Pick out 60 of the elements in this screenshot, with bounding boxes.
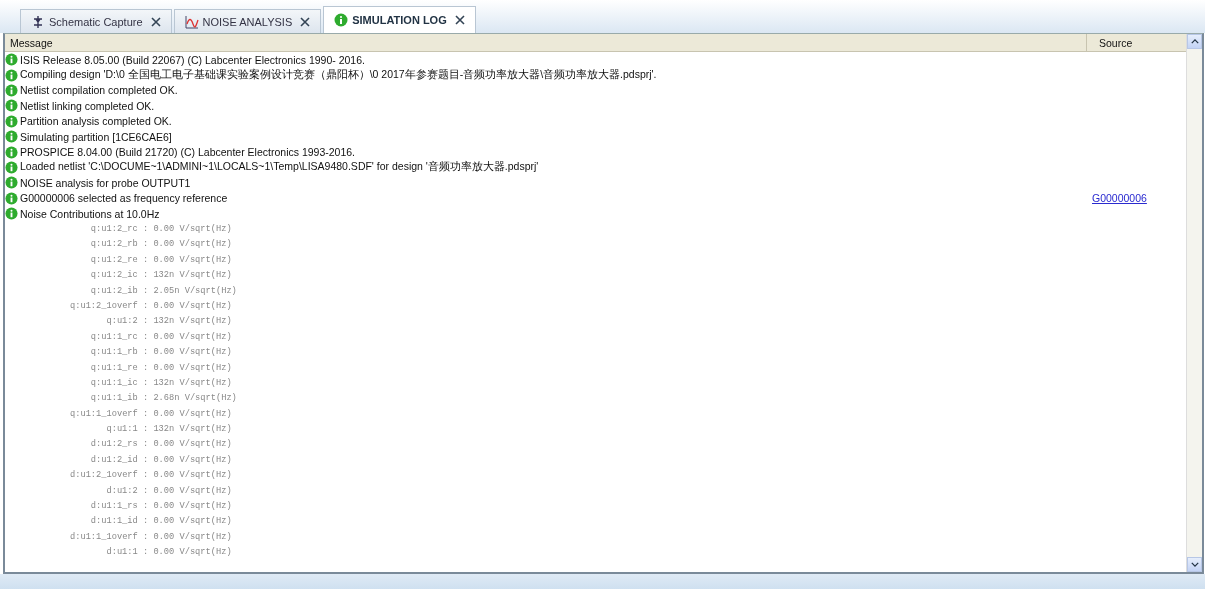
- close-icon[interactable]: [150, 16, 161, 27]
- noise-value: d:u1:2_rs : 0.00 V/sqrt(Hz): [89, 439, 232, 450]
- info-icon: [5, 176, 18, 190]
- scrollbar[interactable]: [1186, 34, 1202, 572]
- noise-value: q:u1:1_ib : 2.68n V/sqrt(Hz): [89, 393, 237, 404]
- source-link[interactable]: G00000006: [1092, 192, 1147, 205]
- noise-value: q:u1:2_rb : 0.00 V/sqrt(Hz): [89, 239, 232, 250]
- info-icon: [5, 68, 18, 82]
- noise-value: q:u1:2 : 132n V/sqrt(Hz): [105, 316, 232, 327]
- log-message: Compiling design 'D:\0 全国电工电子基础课实验案例设计竞赛（鼎阳杯）\0 2017年参赛题目-音频功率放大器\音频功率放大器.pdsprj'.: [20, 68, 657, 83]
- log-message: PROSPICE 8.04.00 (Build 21720) (C) Labcenter Electronics 1993-2016.: [20, 146, 355, 159]
- info-icon: [5, 99, 18, 113]
- noise-value: q:u1:1_re : 0.00 V/sqrt(Hz): [89, 362, 232, 373]
- noise-value: d:u1:1 : 0.00 V/sqrt(Hz): [105, 547, 232, 558]
- log-message: Netlist compilation completed OK.: [20, 84, 178, 97]
- noise-value: q:u1:2_ic : 132n V/sqrt(Hz): [89, 270, 232, 281]
- noise-value: q:u1:1_rc : 0.00 V/sqrt(Hz): [89, 331, 232, 342]
- noise-value: d:u1:1_id : 0.00 V/sqrt(Hz): [89, 516, 232, 527]
- info-icon: [5, 160, 18, 174]
- info-icon: [5, 130, 18, 144]
- info-icon: [334, 13, 349, 27]
- graph-icon: [184, 14, 199, 29]
- tab[interactable]: SIMULATION LOG: [323, 6, 476, 33]
- noise-value: q:u1:2_rc : 0.00 V/sqrt(Hz): [89, 224, 232, 234]
- caret-down-icon: [1190, 562, 1199, 567]
- info-icon: [5, 114, 18, 128]
- close-icon[interactable]: [454, 15, 465, 25]
- log-message: Noise Contributions at 10.0Hz: [20, 207, 160, 220]
- log-message: Loaded netlist 'C:\DOCUME~1\ADMINI~1\LOCALS~1\Temp\LISA9480.SDF' for design '音频功率放大器.pdsprj': [20, 160, 539, 175]
- noise-value: d:u1:2 : 0.00 V/sqrt(Hz): [105, 485, 232, 496]
- tab[interactable]: Schematic Capture: [20, 9, 172, 33]
- noise-value: q:u1:1_rb : 0.00 V/sqrt(Hz): [89, 347, 232, 358]
- info-icon: [5, 191, 18, 205]
- scroll-up-button[interactable]: [1187, 34, 1202, 49]
- noise-value: q:u1:2_1overf : 0.00 V/sqrt(Hz): [69, 300, 232, 311]
- scroll-down-button[interactable]: [1187, 557, 1202, 572]
- log-message: ISIS Release 8.05.00 (Build 22067) (C) Labcenter Electronics 1990- 2016.: [20, 53, 365, 66]
- info-icon: [5, 53, 18, 67]
- tab[interactable]: NOISE ANALYSIS: [173, 9, 322, 33]
- info-icon: [5, 145, 18, 159]
- noise-value: q:u1:2_ib : 2.05n V/sqrt(Hz): [89, 285, 237, 296]
- schematic-icon: [31, 14, 45, 29]
- noise-value: d:u1:1_1overf : 0.00 V/sqrt(Hz): [69, 531, 232, 542]
- caret-up-icon: [1190, 39, 1199, 44]
- log-message: Partition analysis completed OK.: [20, 115, 172, 128]
- column-header[interactable]: Message: [5, 34, 1086, 51]
- info-icon: [5, 83, 18, 97]
- noise-value: q:u1:1_1overf : 0.00 V/sqrt(Hz): [69, 408, 232, 419]
- noise-value: d:u1:1_rs : 0.00 V/sqrt(Hz): [89, 501, 232, 511]
- info-icon: [5, 207, 18, 221]
- noise-value: d:u1:2_id : 0.00 V/sqrt(Hz): [89, 454, 232, 465]
- close-icon[interactable]: [300, 16, 311, 27]
- noise-value: d:u1:2_1overf : 0.00 V/sqrt(Hz): [69, 470, 232, 481]
- log-message: Simulating partition [1CE6CAE6]: [20, 130, 172, 143]
- noise-value: q:u1:1 : 132n V/sqrt(Hz): [105, 424, 232, 435]
- log-message: Netlist linking completed OK.: [20, 99, 155, 112]
- log-message: NOISE analysis for probe OUTPUT1: [20, 176, 191, 189]
- log-message: G00000006 selected as frequency reference: [20, 192, 228, 205]
- noise-value: q:u1:1_ic : 132n V/sqrt(Hz): [89, 377, 232, 388]
- noise-value: q:u1:2_re : 0.00 V/sqrt(Hz): [89, 254, 232, 265]
